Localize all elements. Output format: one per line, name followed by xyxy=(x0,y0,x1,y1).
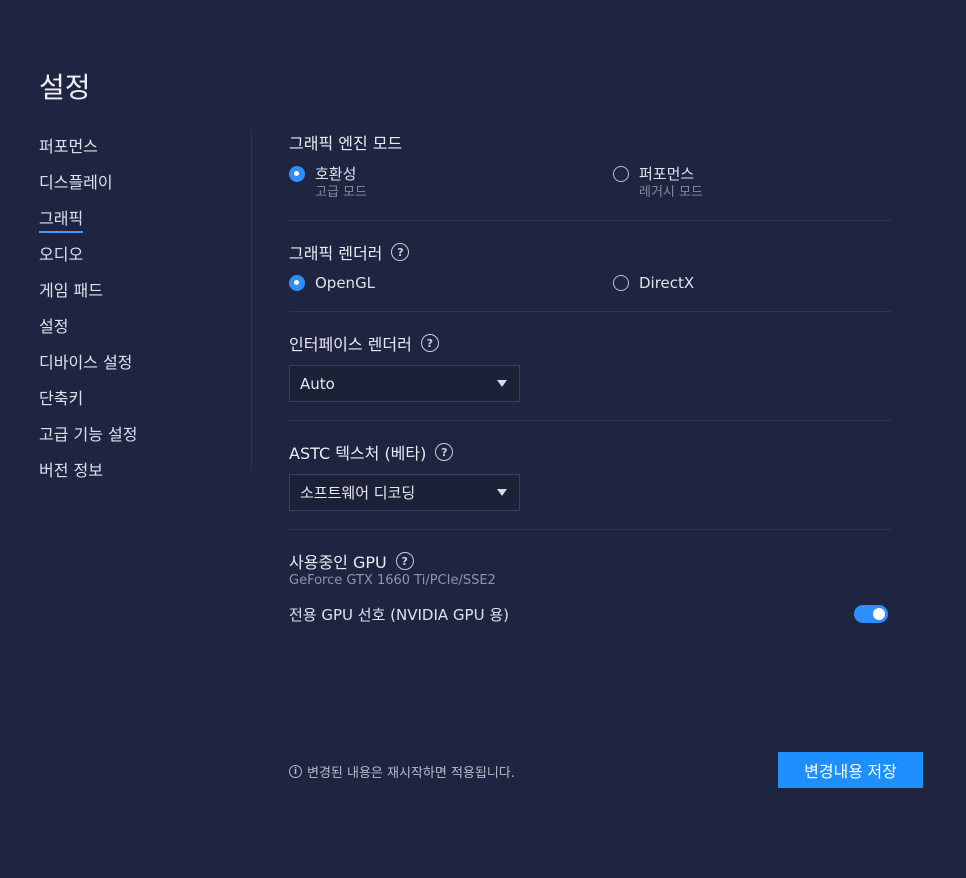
question-circle-icon[interactable]: ? xyxy=(435,443,454,461)
renderer-title: 그래픽 렌더러 ? xyxy=(289,240,410,264)
radio-sublabel: 고급 모드 xyxy=(315,185,367,200)
chevron-down-icon xyxy=(497,489,507,496)
section-divider xyxy=(289,529,891,530)
restart-notice: i 변경된 내용은 재시작하면 적용됩니다. xyxy=(289,762,515,781)
save-changes-button[interactable]: 변경내용 저장 xyxy=(778,752,923,788)
sidebar-item-graphics[interactable]: 그래픽 xyxy=(39,202,239,238)
gpu-name: GeForce GTX 1660 Ti/PCIe/SSE2 xyxy=(289,573,496,588)
radio-label: 호환성 xyxy=(315,165,357,183)
sidebar: 퍼포먼스 디스플레이 그래픽 오디오 게임 패드 설정 디바이스 설정 단축키 … xyxy=(39,130,239,490)
sidebar-item-display[interactable]: 디스플레이 xyxy=(39,166,239,202)
radio-unselected-icon xyxy=(613,275,629,291)
gpu-title: 사용중인 GPU ? xyxy=(289,549,414,573)
gpu-preference-label: 전용 GPU 선호 (NVIDIA GPU 용) xyxy=(289,606,509,624)
sidebar-item-performance[interactable]: 퍼포먼스 xyxy=(39,130,239,166)
radio-selected-icon xyxy=(289,166,305,182)
sidebar-divider xyxy=(251,130,252,470)
question-circle-icon[interactable]: ? xyxy=(395,552,414,570)
radio-label: DirectX xyxy=(639,274,695,292)
toggle-knob xyxy=(873,608,885,620)
select-value: 소프트웨어 디코딩 xyxy=(300,484,416,502)
engine-mode-title: 그래픽 엔진 모드 xyxy=(289,134,403,153)
astc-select[interactable]: 소프트웨어 디코딩 xyxy=(289,474,520,511)
sidebar-item-gamepad[interactable]: 게임 패드 xyxy=(39,274,239,310)
sidebar-item-shortcuts[interactable]: 단축키 xyxy=(39,382,239,418)
select-value: Auto xyxy=(300,374,335,393)
question-circle-icon[interactable]: ? xyxy=(420,334,439,352)
question-circle-icon[interactable]: ? xyxy=(391,243,410,261)
sidebar-item-device-settings[interactable]: 디바이스 설정 xyxy=(39,346,239,382)
section-divider xyxy=(289,311,891,312)
section-divider xyxy=(289,420,891,421)
sidebar-item-audio[interactable]: 오디오 xyxy=(39,238,239,274)
engine-mode-performance-radio[interactable]: 퍼포먼스 레거시 모드 xyxy=(613,164,703,201)
page-title: 설정 xyxy=(39,71,91,104)
radio-label: OpenGL xyxy=(315,274,376,292)
interface-renderer-select[interactable]: Auto xyxy=(289,365,520,402)
interface-renderer-title: 인터페이스 렌더러 ? xyxy=(289,331,439,355)
sidebar-item-advanced[interactable]: 고급 기능 설정 xyxy=(39,418,239,454)
radio-sublabel: 레거시 모드 xyxy=(639,185,703,200)
engine-mode-compat-radio[interactable]: 호환성 고급 모드 xyxy=(289,164,367,201)
gpu-preference-toggle[interactable] xyxy=(854,605,888,623)
section-divider xyxy=(289,220,891,221)
settings-window: 설정 퍼포먼스 디스플레이 그래픽 오디오 게임 패드 설정 디바이스 설정 단… xyxy=(0,0,966,878)
info-circle-icon: i xyxy=(289,765,302,778)
sidebar-item-version[interactable]: 버전 정보 xyxy=(39,454,239,490)
radio-label: 퍼포먼스 xyxy=(639,165,695,183)
sidebar-item-settings[interactable]: 설정 xyxy=(39,310,239,346)
radio-unselected-icon xyxy=(613,166,629,182)
renderer-directx-radio[interactable]: DirectX xyxy=(613,273,694,293)
renderer-opengl-radio[interactable]: OpenGL xyxy=(289,273,375,293)
astc-title: ASTC 텍스처 (베타) ? xyxy=(289,440,454,464)
chevron-down-icon xyxy=(497,380,507,387)
radio-selected-icon xyxy=(289,275,305,291)
